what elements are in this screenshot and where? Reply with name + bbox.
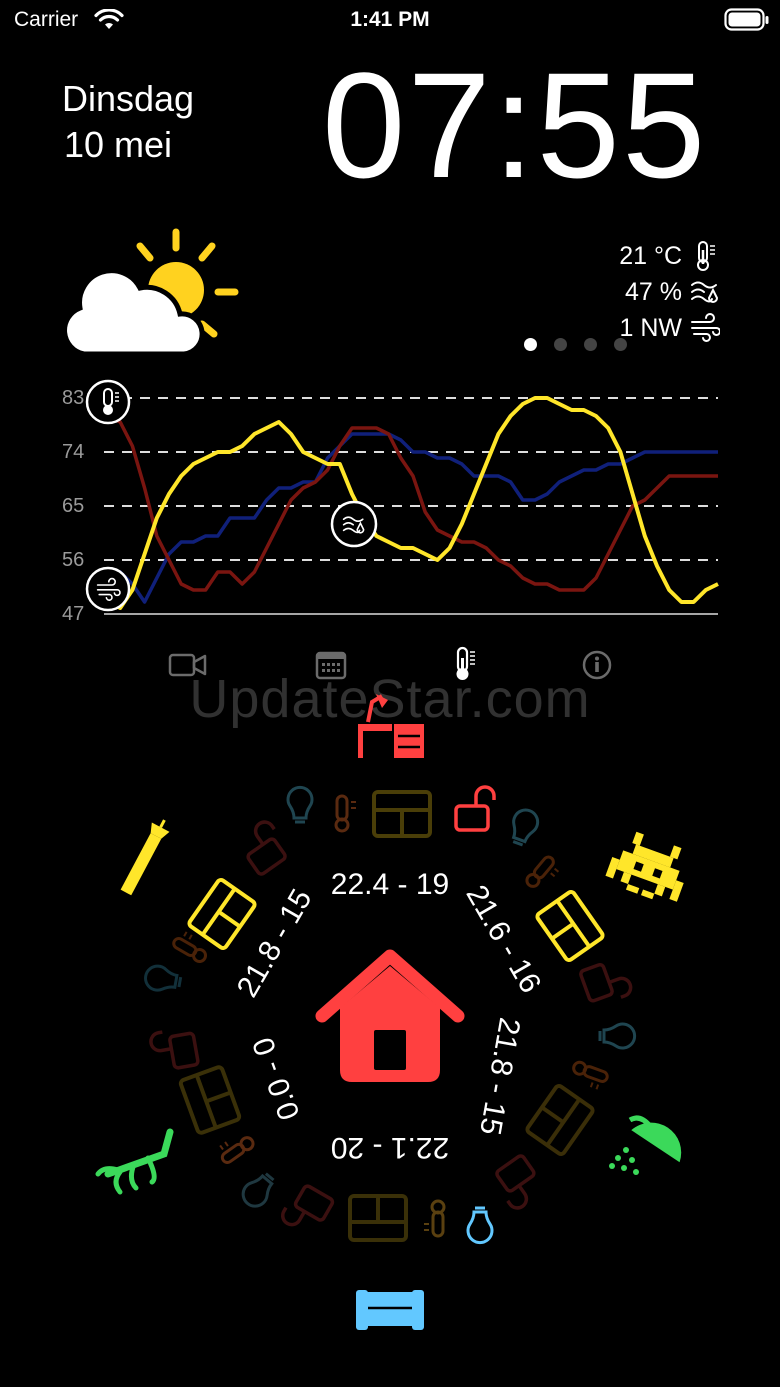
device-thermo-icon[interactable] <box>334 794 358 833</box>
shower-icon[interactable] <box>609 1115 683 1175</box>
device-window-icon[interactable] <box>177 1064 243 1136</box>
room-temperature-range: 22.4 - 19 <box>331 868 449 901</box>
device-lock-icon[interactable] <box>277 1179 336 1240</box>
house-icon[interactable] <box>315 949 465 1082</box>
device-thermo-icon[interactable] <box>169 927 214 966</box>
wind-icon <box>691 313 720 342</box>
device-window-icon[interactable] <box>348 1194 408 1242</box>
wind-reading: 1 NW <box>619 314 683 342</box>
device-lock-icon[interactable] <box>233 816 294 878</box>
room-temperature-range: 21.8 - 15 <box>473 1015 526 1137</box>
plant-icon[interactable] <box>95 1128 174 1195</box>
lamp-torch-icon[interactable] <box>117 815 173 897</box>
device-window-icon[interactable] <box>185 876 259 952</box>
device-thermo-icon[interactable] <box>213 1127 257 1167</box>
device-bulb-icon[interactable] <box>598 1022 637 1050</box>
chart-series <box>106 396 719 610</box>
room-temperature-range: 21.6 - 16 <box>459 880 547 999</box>
series-line <box>107 396 719 610</box>
device-lock-icon[interactable] <box>488 1152 549 1214</box>
device-bulb-icon[interactable] <box>286 785 314 824</box>
pager-dot[interactable] <box>584 338 597 351</box>
room-temperature-range: 0.0 - 0 <box>246 1033 306 1124</box>
room-temperature-range: 21.8 - 15 <box>231 884 319 1003</box>
thermometer-marker-icon[interactable] <box>85 379 131 425</box>
device-window-icon[interactable] <box>372 790 432 838</box>
clock-display: 07:55 <box>322 41 708 209</box>
status-time: 1:41 PM <box>350 8 430 31</box>
device-thermo-icon[interactable] <box>422 1199 446 1238</box>
humidity-icon <box>691 281 719 303</box>
humidity-marker-icon[interactable] <box>330 500 378 548</box>
day-label: Dinsdag <box>62 78 195 119</box>
space-invader-icon[interactable] <box>603 827 694 907</box>
device-bulb-icon[interactable] <box>505 805 543 849</box>
humidity-reading: 47 % <box>625 278 682 306</box>
device-lock-icon[interactable] <box>577 955 635 1010</box>
device-lock-icon[interactable] <box>147 1025 201 1074</box>
device-bulb-icon[interactable] <box>466 1206 494 1245</box>
status-bar: Carrier 1:41 PM <box>0 0 780 40</box>
date-label: 10 mei <box>64 124 173 165</box>
device-thermo-icon[interactable] <box>567 1059 611 1093</box>
sofa-icon[interactable] <box>356 1290 424 1330</box>
device-window-icon[interactable] <box>523 1082 597 1158</box>
device-window-icon[interactable] <box>533 888 607 964</box>
desk-lamp-icon[interactable] <box>358 694 424 758</box>
device-bulb-icon[interactable] <box>142 962 184 996</box>
series-line <box>107 414 718 592</box>
room-temperature-range: 22.1 - 20 <box>331 1131 449 1164</box>
climate-line-chart[interactable] <box>0 360 780 640</box>
chart-gridlines <box>104 397 718 615</box>
device-lock-icon[interactable] <box>454 785 496 832</box>
partly-cloudy-sun-icon <box>62 228 239 357</box>
pager-dot[interactable] <box>554 338 567 351</box>
pager-dot[interactable] <box>524 338 537 351</box>
device-thermo-icon[interactable] <box>522 852 564 896</box>
home-room-ring[interactable]: 22.4 - 19 21.6 - 16 21.8 - 15 22.1 - 20 0.0 … <box>0 690 780 1350</box>
pager-dot[interactable] <box>614 338 627 351</box>
temperature-reading: 21 °C <box>619 242 682 270</box>
device-bulb-icon[interactable] <box>236 1167 281 1213</box>
wind-marker-icon[interactable] <box>85 566 131 612</box>
battery-icon <box>724 8 769 31</box>
thermometer-icon <box>697 241 715 271</box>
